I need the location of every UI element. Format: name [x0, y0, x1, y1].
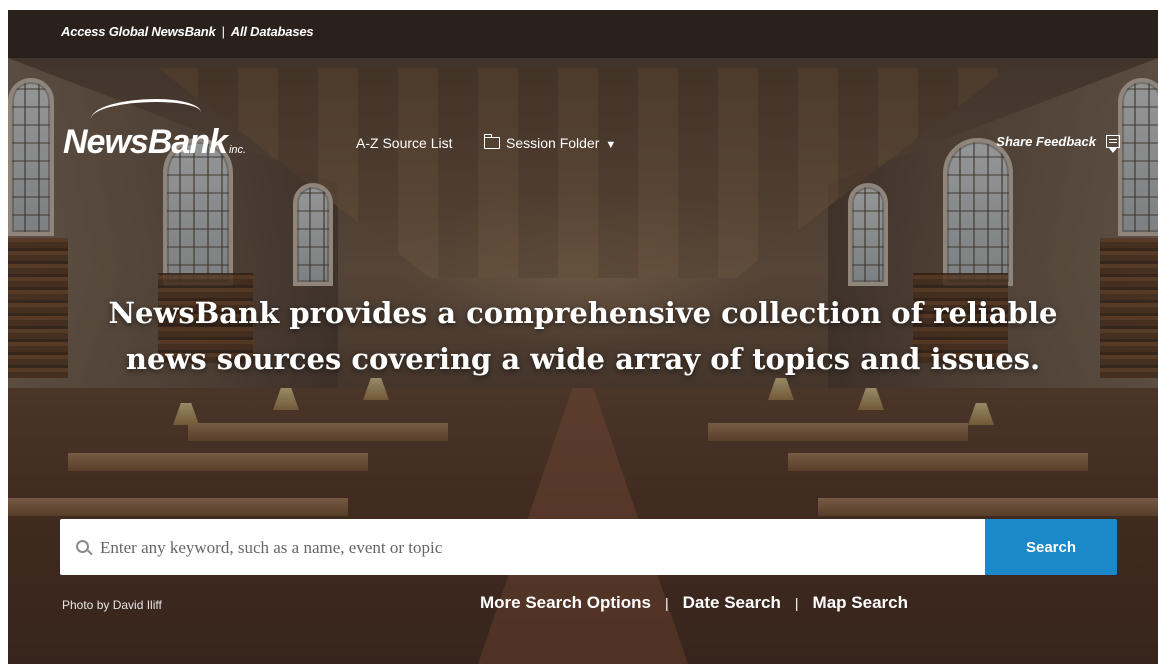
page-frame: Access Global NewsBank | All Databases N… [8, 10, 1158, 664]
search-box [60, 519, 985, 577]
folder-icon [483, 134, 500, 149]
search-input[interactable] [98, 519, 982, 577]
photo-credit: Photo by David Iliff [62, 598, 162, 612]
az-source-list-link[interactable]: A-Z Source List [356, 135, 452, 151]
hero-headline: NewsBank provides a comprehensive collec… [8, 290, 1158, 382]
top-separator: | [221, 24, 225, 39]
date-search-link[interactable]: Date Search [683, 593, 781, 612]
search-button[interactable]: Search [985, 519, 1117, 575]
search-options: More Search Options | Date Search | Map Sear… [480, 593, 908, 613]
top-links: Access Global NewsBank | All Databases [61, 24, 314, 39]
headline-line-1: NewsBank provides a comprehensive collec… [108, 296, 1058, 330]
options-separator: | [794, 595, 799, 611]
search-icon [76, 540, 89, 553]
access-global-newsbank-link[interactable]: Access Global NewsBank [61, 24, 216, 39]
newsbank-logo[interactable]: NewsBank inc. [63, 99, 247, 159]
share-feedback-label: Share Feedback [996, 134, 1096, 149]
all-databases-link[interactable]: All Databases [231, 24, 314, 39]
session-folder-label: Session Folder [506, 135, 600, 151]
options-separator: | [664, 595, 669, 611]
session-folder-menu[interactable]: Session Folder ▼ [483, 134, 617, 151]
share-feedback-link[interactable]: Share Feedback [996, 134, 1120, 153]
headline-line-2: news sources covering a wide array of to… [125, 342, 1041, 376]
logo-suffix: inc. [228, 144, 247, 156]
feedback-icon [1106, 135, 1120, 153]
caret-down-icon: ▼ [605, 139, 617, 151]
top-bar: Access Global NewsBank | All Databases [8, 10, 1158, 58]
more-search-options-link[interactable]: More Search Options [480, 593, 651, 612]
map-search-link[interactable]: Map Search [813, 593, 908, 612]
